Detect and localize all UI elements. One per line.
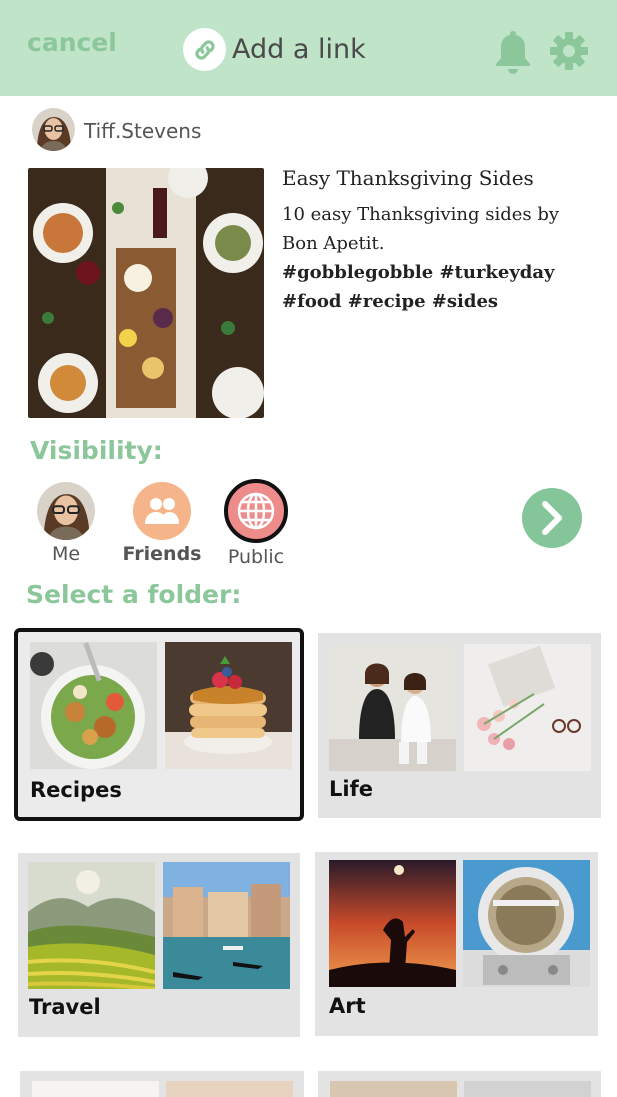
post-title: Easy Thanksgiving Sides xyxy=(282,166,534,190)
page-title: Add a link xyxy=(232,34,366,65)
visibility-label-me: Me xyxy=(51,543,81,565)
avatar xyxy=(32,108,75,151)
visibility-label-public: Public xyxy=(227,546,285,568)
folder-name-art: Art xyxy=(329,994,366,1018)
folder-name-life: Life xyxy=(329,777,373,801)
link-icon xyxy=(183,28,226,71)
globe-icon xyxy=(224,479,288,543)
sunset-silhouette-photo xyxy=(329,860,456,987)
cancel-button[interactable]: cancel xyxy=(27,28,117,57)
folder-thumbnail xyxy=(330,1081,457,1097)
group-icon xyxy=(133,482,191,540)
flowers-photo xyxy=(464,644,591,771)
folder-name-travel: Travel xyxy=(29,995,101,1019)
visibility-label-friends: Friends xyxy=(122,543,202,565)
post-hashtags: #gobblegobble #turkeyday #food #recipe #… xyxy=(282,262,555,312)
venice-canal-photo xyxy=(163,862,290,989)
post-description: 10 easy Thanksgiving sides by Bon Apetit… xyxy=(282,204,560,254)
visibility-option-me[interactable]: Me xyxy=(26,482,106,565)
visibility-label: Visibility: xyxy=(30,436,163,465)
folder-partial-1[interactable] xyxy=(20,1071,304,1097)
folder-thumbnail xyxy=(464,1081,591,1097)
folder-thumbnail xyxy=(166,1081,293,1097)
folder-name-recipes: Recipes xyxy=(30,778,122,802)
visibility-option-public[interactable]: Public xyxy=(216,479,296,568)
top-bar: cancel Add a link xyxy=(0,0,617,96)
folder-partial-2[interactable] xyxy=(318,1071,601,1097)
salad-photo xyxy=(30,642,157,769)
friends-photo xyxy=(329,644,456,771)
pancakes-photo xyxy=(165,642,292,769)
folder-travel[interactable]: Travel xyxy=(18,853,300,1037)
post-image xyxy=(28,168,264,418)
visibility-option-friends[interactable]: Friends xyxy=(122,482,202,565)
folder-thumbnail xyxy=(32,1081,159,1097)
chevron-right-icon xyxy=(542,501,562,535)
rice-terraces-photo xyxy=(28,862,155,989)
folder-recipes[interactable]: Recipes xyxy=(14,628,304,821)
username: Tiff.Stevens xyxy=(84,119,202,143)
bell-icon[interactable] xyxy=(492,28,534,76)
folder-art[interactable]: Art xyxy=(315,852,598,1036)
astronaut-photo xyxy=(463,860,590,987)
folder-section-label: Select a folder: xyxy=(26,580,242,609)
next-button[interactable] xyxy=(522,488,582,548)
folder-life[interactable]: Life xyxy=(318,633,601,818)
profile-photo-icon xyxy=(37,482,95,540)
gear-icon[interactable] xyxy=(549,31,589,71)
